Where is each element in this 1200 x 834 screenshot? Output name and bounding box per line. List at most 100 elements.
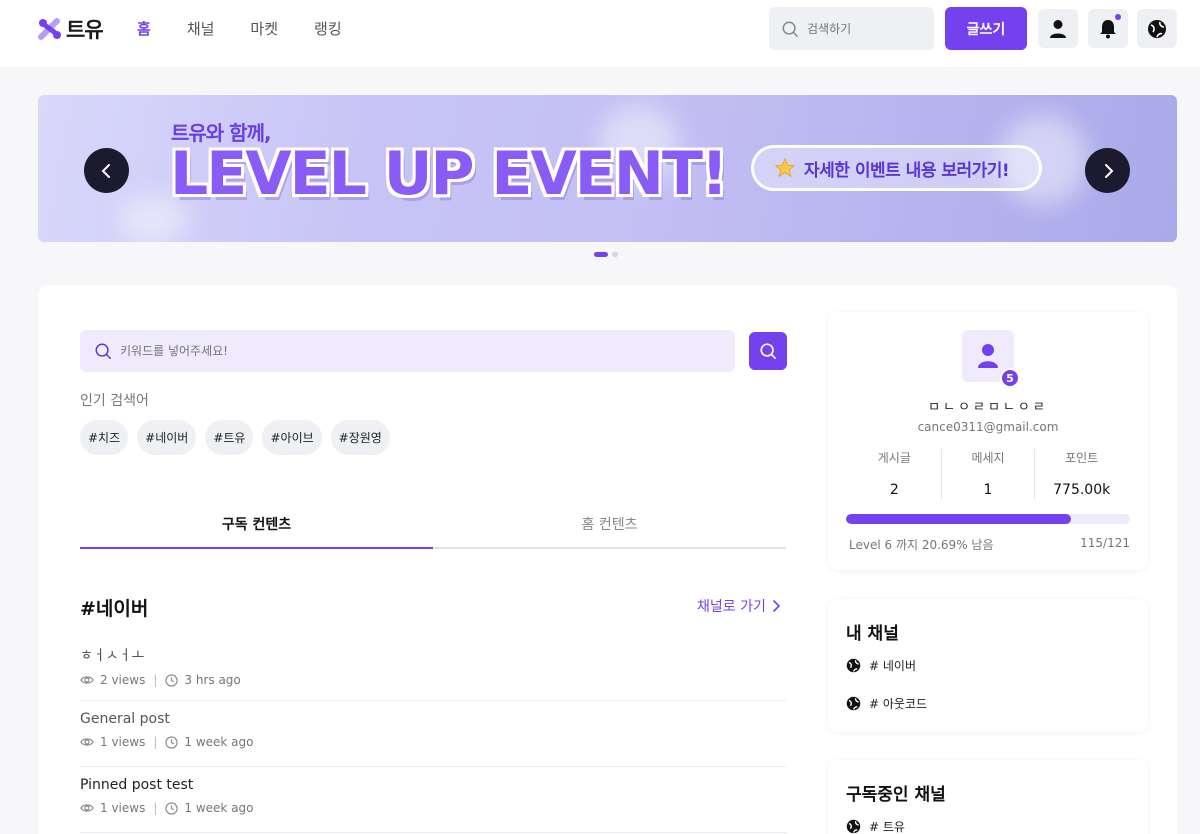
post-item[interactable]: Pinned post test 1 views | 1 week ago bbox=[80, 767, 786, 833]
stat-value: 1 bbox=[983, 482, 993, 498]
nav-item-market[interactable]: 마켓 bbox=[250, 18, 278, 39]
post-list: ㅎㅓㅅㅓㅗ 2 views | 3 hrs ago General post 1… bbox=[80, 635, 786, 833]
globe-icon bbox=[846, 696, 861, 711]
banner-dot[interactable] bbox=[612, 252, 618, 257]
banner-prev-button[interactable] bbox=[84, 148, 129, 193]
keyword-tag[interactable]: #장원영 bbox=[330, 420, 390, 455]
content-tabs: 구독 컨텐츠 홈 컨텐츠 bbox=[80, 500, 786, 549]
search-icon bbox=[782, 21, 798, 37]
goto-channel-link[interactable]: 채널로 가기 bbox=[697, 596, 780, 616]
globe-icon bbox=[846, 658, 861, 673]
subscribed-channels-card: 구독중인 채널 # 트유 bbox=[828, 760, 1148, 834]
post-views: 2 views bbox=[100, 673, 146, 687]
tab-home-content[interactable]: 홈 컨텐츠 bbox=[433, 500, 786, 547]
level-progress-fill bbox=[846, 514, 1072, 524]
main-nav: 홈 채널 마켓 랭킹 bbox=[137, 18, 342, 39]
search-icon bbox=[760, 343, 777, 360]
subscribed-channels-title: 구독중인 채널 bbox=[846, 785, 946, 805]
post-item[interactable]: General post 1 views | 1 week ago bbox=[80, 701, 786, 767]
channel-item[interactable]: # 트유 bbox=[846, 818, 905, 834]
header-search-input[interactable] bbox=[807, 21, 917, 36]
keyword-tag[interactable]: #아이브 bbox=[262, 420, 322, 455]
stat-messages[interactable]: 메세지 1 bbox=[942, 449, 1036, 499]
chevron-left-icon bbox=[101, 163, 110, 178]
user-icon bbox=[978, 344, 998, 368]
keyword-search-button[interactable] bbox=[749, 332, 787, 370]
notification-button[interactable] bbox=[1088, 9, 1128, 48]
keyword-search[interactable] bbox=[80, 330, 735, 372]
channel-section-title: #네이버 bbox=[80, 598, 149, 620]
banner-cta-label: 자세한 이벤트 내용 보러가기! bbox=[804, 160, 1010, 181]
keyword-search-input[interactable] bbox=[120, 344, 680, 358]
level-progress-count: 115/121 bbox=[1080, 536, 1130, 550]
post-meta: 1 views | 1 week ago bbox=[80, 801, 786, 815]
stat-label: 포인트 bbox=[1065, 451, 1099, 465]
profile-username: ㅁㄴㅇㄹㅁㄴㅇㄹ bbox=[928, 400, 1048, 415]
keyword-tag[interactable]: #네이버 bbox=[137, 420, 197, 455]
stat-value: 2 bbox=[889, 482, 899, 498]
stat-label: 메세지 bbox=[971, 451, 1005, 465]
banner-title: LEVEL UP EVENT! bbox=[170, 139, 728, 209]
popular-keywords-label: 인기 검색어 bbox=[80, 393, 149, 409]
banner-cta-button[interactable]: 자세한 이벤트 내용 보러가기! bbox=[751, 145, 1042, 191]
goto-channel-label: 채널로 가기 bbox=[697, 599, 766, 615]
post-title: ㅎㅓㅅㅓㅗ bbox=[80, 648, 145, 664]
banner-next-button[interactable] bbox=[1085, 148, 1130, 193]
write-button[interactable]: 글쓰기 bbox=[945, 7, 1027, 50]
chevron-right-icon bbox=[773, 600, 780, 612]
level-badge: 5 bbox=[1000, 368, 1020, 388]
level-progress-bar bbox=[846, 514, 1130, 524]
nav-item-home[interactable]: 홈 bbox=[137, 18, 151, 39]
profile-email: cance0311@gmail.com bbox=[917, 420, 1059, 434]
popular-keyword-tags: #치즈 #네이버 #트유 #아이브 #장원영 bbox=[80, 420, 390, 455]
clock-icon bbox=[165, 735, 179, 749]
language-button[interactable] bbox=[1137, 9, 1177, 48]
eye-icon bbox=[80, 738, 94, 746]
post-meta: 1 views | 1 week ago bbox=[80, 735, 786, 749]
post-title: General post bbox=[80, 711, 170, 727]
my-channels-card: 내 채널 # 네이버 # 아웃코드 bbox=[828, 599, 1148, 732]
stat-points[interactable]: 포인트 775.00k bbox=[1035, 449, 1128, 499]
globe-icon bbox=[846, 819, 861, 834]
channel-item[interactable]: # 네이버 bbox=[846, 657, 916, 674]
nav-item-ranking[interactable]: 랭킹 bbox=[314, 18, 342, 39]
tab-subscribed-content[interactable]: 구독 컨텐츠 bbox=[80, 500, 433, 549]
brand-name: 트유 bbox=[66, 18, 104, 42]
post-time: 1 week ago bbox=[184, 735, 254, 749]
banner-pagination bbox=[594, 252, 618, 257]
user-icon bbox=[1050, 19, 1066, 38]
clock-icon bbox=[165, 673, 179, 687]
nav-item-channel[interactable]: 채널 bbox=[187, 18, 215, 39]
channel-item[interactable]: # 아웃코드 bbox=[846, 695, 927, 712]
profile-card: 5 ㅁㄴㅇㄹㅁㄴㅇㄹ cance0311@gmail.com 게시글 2 메세지… bbox=[828, 312, 1148, 570]
eye-icon bbox=[80, 804, 94, 812]
my-channels-title: 내 채널 bbox=[846, 624, 899, 644]
banner-dot-active[interactable] bbox=[594, 252, 608, 257]
post-views: 1 views bbox=[100, 735, 146, 749]
meta-divider: | bbox=[153, 673, 158, 687]
globe-icon bbox=[1148, 19, 1166, 38]
brand-logo[interactable]: 트유 bbox=[38, 14, 104, 44]
stat-value: 775.00k bbox=[1053, 482, 1111, 498]
channel-item-label: # 네이버 bbox=[869, 659, 916, 673]
keyword-tag[interactable]: #트유 bbox=[205, 420, 254, 455]
clock-icon bbox=[165, 801, 179, 815]
meta-divider: | bbox=[153, 735, 158, 749]
keyword-tag[interactable]: #치즈 bbox=[80, 420, 129, 455]
chevron-right-icon bbox=[1104, 163, 1113, 178]
search-icon bbox=[95, 343, 111, 359]
star-icon bbox=[774, 157, 796, 178]
channel-item-label: # 아웃코드 bbox=[869, 697, 928, 711]
header-search[interactable] bbox=[769, 7, 934, 50]
notification-dot bbox=[1115, 14, 1121, 20]
level-progress-label: Level 6 까지 20.69% 남음 bbox=[849, 538, 994, 552]
post-item[interactable]: ㅎㅓㅅㅓㅗ 2 views | 3 hrs ago bbox=[80, 635, 786, 701]
meta-divider: | bbox=[153, 801, 158, 815]
channel-item-label: # 트유 bbox=[869, 820, 905, 834]
post-views: 1 views bbox=[100, 801, 146, 815]
stat-posts[interactable]: 게시글 2 bbox=[848, 449, 942, 499]
event-banner[interactable]: 트유와 함께, LEVEL UP EVENT! 자세한 이벤트 내용 보러가기! bbox=[38, 95, 1177, 242]
profile-button[interactable] bbox=[1038, 9, 1078, 48]
profile-stats: 게시글 2 메세지 1 포인트 775.00k bbox=[848, 449, 1128, 499]
bell-icon bbox=[1100, 19, 1116, 38]
